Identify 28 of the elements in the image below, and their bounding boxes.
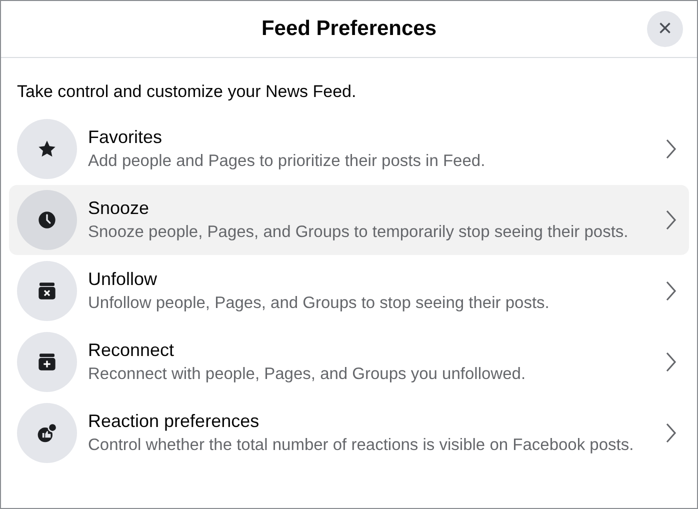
item-description: Add people and Pages to prioritize their posts in Feed.	[88, 150, 486, 172]
thumbs-up-icon	[36, 422, 58, 444]
close-button[interactable]: ×	[647, 11, 683, 47]
menu-item[interactable]: Favorites Add people and Pages to prioritize their posts in Feed.	[9, 114, 689, 184]
chevron-right-icon	[665, 209, 677, 231]
menu-item[interactable]: Reaction preferences Control whether the total number of reactions is visible on Facebook posts.	[9, 398, 689, 468]
menu-item[interactable]: Unfollow Unfollow people, Pages, and Groups to stop seeing their posts.	[9, 256, 689, 326]
box-plus-icon	[37, 352, 57, 372]
chevron-right-icon	[665, 138, 677, 160]
item-description: Snooze people, Pages, and Groups to temporarily stop seeing their posts.	[88, 222, 630, 242]
menu-item[interactable]: Reconnect Reconnect with people, Pages, and Groups you unfollowed.	[9, 327, 689, 397]
intro-text: Take control and customize your News Feed.	[17, 82, 358, 102]
dialog-title: Feed Preferences	[261, 17, 437, 41]
star-icon	[37, 139, 57, 159]
item-description: Reconnect with people, Pages, and Groups you unfollowed.	[88, 364, 527, 384]
item-title: Snooze	[88, 198, 150, 218]
item-title: Reaction preferences	[88, 410, 260, 432]
menu-item[interactable]: Snooze Snooze people, Pages, and Groups to temporarily stop seeing their posts.	[9, 185, 689, 255]
box-x-icon	[37, 281, 57, 301]
chevron-right-icon	[665, 422, 677, 444]
item-description: Control whether the total number of reactions is visible on Facebook posts.	[88, 434, 635, 456]
chevron-right-icon	[665, 280, 677, 302]
item-title: Favorites	[88, 126, 164, 148]
item-title: Unfollow	[88, 268, 158, 290]
chevron-right-icon	[665, 351, 677, 373]
item-description: Unfollow people, Pages, and Groups to stop seeing their posts.	[88, 292, 550, 314]
clock-icon	[37, 210, 57, 230]
item-title: Reconnect	[88, 340, 176, 360]
